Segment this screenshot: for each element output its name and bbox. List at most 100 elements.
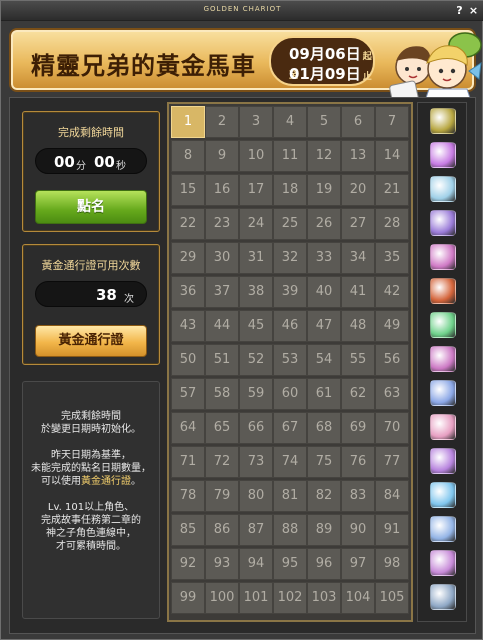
day-cell-5: 5 xyxy=(307,106,341,138)
day-cell-59: 59 xyxy=(239,378,273,410)
day-cell-39: 39 xyxy=(273,276,307,308)
day-cell-71: 71 xyxy=(171,446,205,478)
remaining-time-display: 00 分 00 秒 xyxy=(35,148,147,174)
day-cell-84: 84 xyxy=(375,480,409,512)
event-title: 精靈兄弟的黃金馬車 xyxy=(31,51,256,80)
day-cell-33: 33 xyxy=(307,242,341,274)
day-cell-70: 70 xyxy=(375,412,409,444)
day-cell-63: 63 xyxy=(375,378,409,410)
info-text-part: 可以使用 xyxy=(41,476,81,487)
seconds-unit: 秒 xyxy=(116,161,126,172)
day-cell-82: 82 xyxy=(307,480,341,512)
day-cell-72: 72 xyxy=(205,446,239,478)
day-cell-95: 95 xyxy=(273,548,307,580)
day-cell-44: 44 xyxy=(205,310,239,342)
scroll-icon[interactable] xyxy=(430,482,456,508)
day-cell-36: 36 xyxy=(171,276,205,308)
info-text: 完成剩餘時間 xyxy=(61,411,121,422)
day-cell-28: 28 xyxy=(375,208,409,240)
wand-icon[interactable] xyxy=(430,244,456,270)
golden-chariot-window: GOLDEN CHARIOT ? × 精靈兄弟的黃金馬車 09月06日 起至 01… xyxy=(0,0,483,640)
end-date: 01月09日 xyxy=(289,65,361,83)
checkin-button[interactable]: 點名 xyxy=(35,190,147,224)
day-cell-60: 60 xyxy=(273,378,307,410)
info-text: 完成故事任務第二章的 xyxy=(41,515,141,526)
card-icon[interactable] xyxy=(430,516,456,542)
card-icon[interactable] xyxy=(430,210,456,236)
day-cell-13: 13 xyxy=(341,140,375,172)
day-cell-11: 11 xyxy=(273,140,307,172)
wand-icon[interactable] xyxy=(430,346,456,372)
day-cell-104: 104 xyxy=(341,582,375,614)
day-cell-77: 77 xyxy=(375,446,409,478)
info-text-part: 。 xyxy=(131,476,141,487)
row-rewards-column xyxy=(417,102,467,622)
day-cell-21: 21 xyxy=(375,174,409,206)
day-cell-6: 6 xyxy=(341,106,375,138)
wand-icon[interactable] xyxy=(430,550,456,576)
info-panel: 完成剩餘時間 於變更日期時初始化。 昨天日期為基準， 未能完成的點名日期數量， … xyxy=(22,381,160,619)
event-period: 09月06日 起至 01月09日止 xyxy=(269,36,375,86)
day-cell-34: 34 xyxy=(341,242,375,274)
day-cell-58: 58 xyxy=(205,378,239,410)
day-cell-16: 16 xyxy=(205,174,239,206)
day-cell-61: 61 xyxy=(307,378,341,410)
remaining-time-label: 完成剩餘時間 xyxy=(58,126,124,139)
coupon-icon[interactable] xyxy=(430,414,456,440)
day-cell-74: 74 xyxy=(273,446,307,478)
day-cell-10: 10 xyxy=(239,140,273,172)
golden-pass-count-display: 38 次 xyxy=(35,281,147,307)
day-cell-4: 4 xyxy=(273,106,307,138)
day-cell-17: 17 xyxy=(239,174,273,206)
day-cell-62: 62 xyxy=(341,378,375,410)
day-cell-79: 79 xyxy=(205,480,239,512)
day-cell-90: 90 xyxy=(341,514,375,546)
coupon-icon[interactable] xyxy=(430,176,456,202)
end-date-row: 01月09日止 xyxy=(289,63,372,84)
day-cell-99: 99 xyxy=(171,582,205,614)
golden-pass-count-unit: 次 xyxy=(124,294,134,305)
scroll-icon[interactable] xyxy=(430,584,456,610)
day-cell-75: 75 xyxy=(307,446,341,478)
main-panel: 完成剩餘時間 00 分 00 秒 點名 黃金通行證可用次數 38 次 黃金通行證… xyxy=(9,97,476,634)
day-cell-49: 49 xyxy=(375,310,409,342)
day-cell-91: 91 xyxy=(375,514,409,546)
giftbox-icon[interactable] xyxy=(430,278,456,304)
info-text: 神之子角色連線中， xyxy=(46,528,136,539)
day-cell-48: 48 xyxy=(341,310,375,342)
window-title: GOLDEN CHARIOT xyxy=(203,5,282,13)
wand-icon[interactable] xyxy=(430,448,456,474)
day-cell-92: 92 xyxy=(171,548,205,580)
day-cell-50: 50 xyxy=(171,344,205,376)
day-cell-81: 81 xyxy=(273,480,307,512)
ticket-icon[interactable] xyxy=(430,142,456,168)
info-text: 可以使用黃金通行證。 xyxy=(23,475,159,488)
day-cell-54: 54 xyxy=(307,344,341,376)
help-button[interactable]: ? xyxy=(453,4,466,17)
day-cell-38: 38 xyxy=(239,276,273,308)
day-cell-69: 69 xyxy=(341,412,375,444)
day-cell-15: 15 xyxy=(171,174,205,206)
day-cell-37: 37 xyxy=(205,276,239,308)
day-cell-45: 45 xyxy=(239,310,273,342)
day-cell-46: 46 xyxy=(273,310,307,342)
day-cell-29: 29 xyxy=(171,242,205,274)
day-cell-7: 7 xyxy=(375,106,409,138)
title-bar[interactable]: GOLDEN CHARIOT ? × xyxy=(1,1,483,21)
potion-icon[interactable] xyxy=(430,312,456,338)
day-cell-102: 102 xyxy=(273,582,307,614)
golden-pass-button[interactable]: 黃金通行證 xyxy=(35,325,147,357)
day-cell-98: 98 xyxy=(375,548,409,580)
day-cell-96: 96 xyxy=(307,548,341,580)
card-icon[interactable] xyxy=(430,380,456,406)
info-text: 昨天日期為基準， xyxy=(51,450,131,461)
day-cell-76: 76 xyxy=(341,446,375,478)
close-button[interactable]: × xyxy=(467,4,480,17)
day-cell-40: 40 xyxy=(307,276,341,308)
day-cell-55: 55 xyxy=(341,344,375,376)
minutes-value: 00 xyxy=(54,153,75,171)
day-cell-57: 57 xyxy=(171,378,205,410)
day-cell-101: 101 xyxy=(239,582,273,614)
box-icon[interactable] xyxy=(430,108,456,134)
attendance-grid: 1 2 3 4 5 6 7 8 9 10 11 12 13 14 15 16 17 18 19 20 21 22 23 24 2… xyxy=(167,102,413,622)
